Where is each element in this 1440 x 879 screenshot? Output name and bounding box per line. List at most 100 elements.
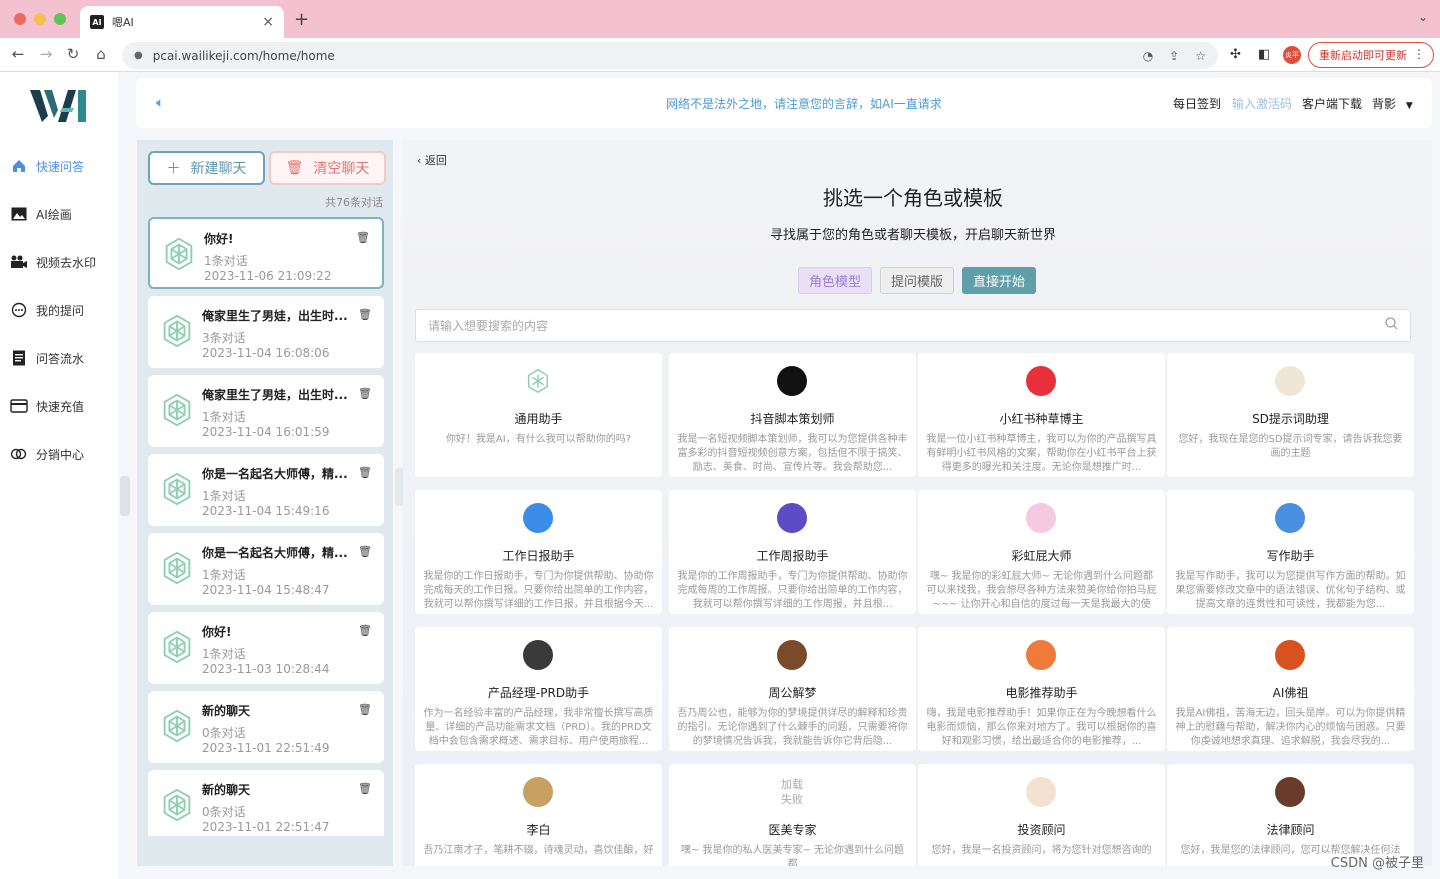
activation-code-link[interactable]: 输入激活码 xyxy=(1232,95,1292,112)
nav-item-distribution[interactable]: 分销中心 xyxy=(10,442,110,466)
daily-signin-link[interactable]: 每日签到 xyxy=(1173,95,1221,112)
chat-history-item[interactable]: 你是一名起名大师傅，精... 1条对话 2023-11-04 15:48:47 🗑︎ xyxy=(148,533,384,605)
chat-timestamp: 2023-11-04 16:01:59 xyxy=(202,425,330,439)
trash-icon[interactable]: 🗑︎ xyxy=(358,782,372,795)
template-card[interactable]: AI佛祖 我是AI佛祖，苦海无边，回头是岸。可以为你提供精神上的慰藉与帮助，解决你… xyxy=(1167,627,1414,751)
close-window-button[interactable] xyxy=(14,13,26,25)
tab-start-directly[interactable]: 直接开始 xyxy=(962,267,1036,294)
chat-logo-icon xyxy=(158,312,196,350)
browser-tab[interactable]: AI 嗯AI × xyxy=(80,6,284,38)
chat-history-item[interactable]: 你是一名起名大师傅，精... 1条对话 2023-11-04 15:49:16 🗑︎ xyxy=(148,454,384,526)
template-card[interactable]: 写作助手 我是写作助手，我可以为您提供写作方面的帮助。如果您需要修改文章中的语法错… xyxy=(1167,490,1414,614)
performance-icon[interactable]: ◔ xyxy=(1143,49,1153,63)
template-card[interactable]: 小红书种草博主 我是一位小红书种草博主，我可以为你的产品撰写具有鲜明小红书风格的文… xyxy=(918,353,1165,477)
caret-down-icon: ▼ xyxy=(1405,101,1413,111)
template-description: 我是一名短视频脚本策划师，我可以为您提供各种丰富多彩的抖音短视频创意方案，包括但… xyxy=(677,434,908,473)
trash-icon[interactable]: 🗑︎ xyxy=(358,624,372,637)
nav-item-quick-qa[interactable]: 快速问答 xyxy=(10,154,110,178)
chat-history-item[interactable]: 你好! 1条对话 2023-11-03 10:28:44 🗑︎ xyxy=(148,612,384,684)
chat-history-item[interactable]: 俺家里生了男娃，出生时... 3条对话 2023-11-04 16:08:06 🗑︎ xyxy=(148,296,384,368)
template-card[interactable]: 电影推荐助手 嗨，我是电影推荐助手！如果你正在为今晚想看什么电影而烦恼，那么你来对… xyxy=(918,627,1165,751)
bookmark-star-icon[interactable]: ☆ xyxy=(1195,49,1206,63)
camera-icon xyxy=(10,253,28,271)
trash-icon[interactable]: 🗑︎ xyxy=(358,703,372,716)
search-placeholder: 请输入想要搜索的内容 xyxy=(428,319,549,333)
forward-arrow-icon[interactable]: → xyxy=(36,45,56,63)
trash-icon[interactable]: 🗑︎ xyxy=(358,545,372,558)
chat-logo-icon xyxy=(160,235,198,273)
chat-title: 俺家里生了男娃，出生时... xyxy=(202,309,348,323)
url-text: pcai.wailikeji.com/home/home xyxy=(152,48,335,63)
template-card[interactable]: 投资顾问 您好，我是一名投资顾问，将为您针对您想咨询的 xyxy=(918,764,1165,866)
tab-title: 嗯AI xyxy=(112,16,134,29)
url-bar[interactable]: ● pcai.wailikeji.com/home/home ◔ ⇪ ☆ xyxy=(122,42,1218,69)
back-arrow-icon[interactable]: ← xyxy=(8,45,28,63)
template-card[interactable]: 加载 失败 医美专家 嘿~ 我是你的私人医美专家~ 无论你遇到什么问题都 xyxy=(669,764,916,866)
template-card[interactable]: 抖音脚本策划师我是一名短视频脚本策划师，我可以为您提供各种丰富多彩的抖音短视频创… xyxy=(669,353,916,477)
trash-icon[interactable]: 🗑︎ xyxy=(358,387,372,400)
template-card[interactable]: SD提示词助理 您好，我现在是您的SD提示词专家，请告诉我您要画的主题 xyxy=(1167,353,1414,477)
tab-question-template[interactable]: 提问模版 xyxy=(880,267,954,294)
search-icon[interactable] xyxy=(1385,317,1398,334)
chat-history-item[interactable]: 新的聊天 0条对话 2023-11-01 22:51:49 🗑︎ xyxy=(148,691,384,763)
chat-history-item[interactable]: 新的聊天 0条对话 2023-11-01 22:51:47 🗑︎ xyxy=(148,770,384,836)
nav-label: 视频去水印 xyxy=(36,255,97,270)
template-card[interactable]: 工作日报助手 我是你的工作日报助手，专门为你提供帮助、协助你完成每天的工作日报。只… xyxy=(415,490,662,614)
tab-role-model[interactable]: 角色模型 xyxy=(798,267,872,294)
template-name: 法律顾问 xyxy=(1266,823,1315,837)
home-icon[interactable]: ⌂ xyxy=(91,45,111,63)
template-card[interactable]: 法律顾问 您好，我是您的法律顾问，您可以帮您解决任何法 xyxy=(1167,764,1414,866)
tab-close-icon[interactable]: × xyxy=(262,14,274,30)
trash-icon[interactable]: 🗑︎ xyxy=(358,308,372,321)
back-link[interactable]: ‹ 返回 xyxy=(417,152,447,168)
home-icon xyxy=(10,157,28,175)
nav-item-ai-drawing[interactable]: AI绘画 xyxy=(10,202,110,226)
clapper-icon xyxy=(1026,640,1056,670)
trash-icon[interactable]: 🗑︎ xyxy=(356,231,370,244)
poet-icon xyxy=(523,777,553,807)
extensions-puzzle-icon[interactable]: ✣ xyxy=(1230,47,1241,62)
template-card[interactable]: 产品经理-PRD助手 作为一名经验丰富的产品经理，我非常擅长撰写高质量、详细的产品… xyxy=(415,627,662,751)
chat-logo-icon xyxy=(158,786,196,824)
restart-update-button[interactable]: 重新启动即可更新 ⋮ xyxy=(1308,42,1434,68)
profile-avatar[interactable]: 炎平 xyxy=(1283,46,1301,64)
template-name: 抖音脚本策划师 xyxy=(750,412,835,426)
minimize-window-button[interactable] xyxy=(34,13,46,25)
template-name: SD提示词助理 xyxy=(1252,412,1329,426)
tab-favicon-icon: AI xyxy=(90,15,104,29)
sidepanel-icon[interactable]: ◧ xyxy=(1258,47,1270,62)
template-description: 吾乃周公也，能够为你的梦境提供详尽的解释和珍贵的指引。无论你遇到了什么棘手的问题… xyxy=(677,708,908,747)
page-subtitle: 寻找属于您的角色或者聊天模板，开启聊天新世界 xyxy=(769,228,1056,243)
background-menu[interactable]: 背影 ▼ xyxy=(1372,95,1413,112)
lock-icon: ● xyxy=(134,50,143,61)
chat-history-item[interactable]: 你好! 1条对话 2023-11-06 21:09:22 🗑︎ xyxy=(148,217,384,289)
chat-bubble-icon xyxy=(10,301,28,319)
template-card[interactable]: 彩虹屁大师 嘿~ 我是你的彩虹屁大师~ 无论你遇到什么问题都可以来找我，我会想尽各… xyxy=(918,490,1165,614)
reload-icon[interactable]: ↻ xyxy=(63,45,83,63)
chat-message-count: 0条对话 xyxy=(202,726,246,740)
maximize-window-button[interactable] xyxy=(54,13,66,25)
template-card[interactable]: 周公解梦 吾乃周公也，能够为你的梦境提供详尽的解释和珍贵的指引。无论你遇到了什么棘… xyxy=(669,627,916,751)
template-card[interactable]: 李白 吾乃江南才子，笔耕不辍，诗魂灵动，喜饮佳酿，好 xyxy=(415,764,662,866)
clear-chat-button[interactable]: 🗑︎ 清空聊天 xyxy=(269,151,386,185)
template-card[interactable]: 通用助手 你好！我是AI，有什么我可以帮助你的吗? xyxy=(415,353,662,477)
sidebar-collapse-handle[interactable] xyxy=(120,476,130,516)
new-chat-button[interactable]: ＋ 新建聊天 xyxy=(148,151,265,185)
template-name: 工作周报助手 xyxy=(756,549,829,563)
back-label: 返回 xyxy=(424,154,447,167)
chat-logo-icon xyxy=(158,470,196,508)
nav-item-recharge[interactable]: 快速充值 xyxy=(10,394,110,418)
client-download-link[interactable]: 客户端下载 xyxy=(1302,95,1362,112)
search-input[interactable]: 请输入想要搜索的内容 xyxy=(415,309,1411,342)
new-tab-icon[interactable]: + xyxy=(294,9,309,30)
trash-icon[interactable]: 🗑︎ xyxy=(358,466,372,479)
more-menu-icon[interactable]: ⋮ xyxy=(1413,47,1425,61)
chevron-down-icon[interactable]: ⌄ xyxy=(1418,10,1428,24)
nav-item-qa-flow[interactable]: 问答流水 xyxy=(10,346,110,370)
nav-item-video-watermark[interactable]: 视频去水印 xyxy=(10,250,110,274)
template-card[interactable]: 工作周报助手 我是你的工作周报助手，专门为你提供帮助、协助你完成每周的工作周报。只… xyxy=(669,490,916,614)
lawyer-icon xyxy=(1275,777,1305,807)
share-icon[interactable]: ⇪ xyxy=(1169,49,1179,63)
chat-history-item[interactable]: 俺家里生了男娃，出生时... 1条对话 2023-11-04 16:01:59 🗑︎ xyxy=(148,375,384,447)
nav-item-my-questions[interactable]: 我的提问 xyxy=(10,298,110,322)
